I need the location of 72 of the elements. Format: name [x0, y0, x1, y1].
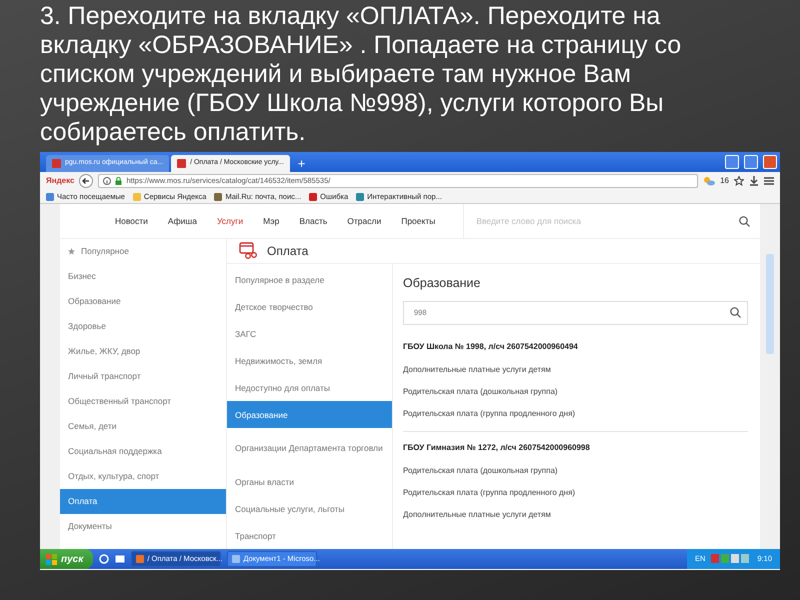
bookmark-icon: [132, 192, 141, 200]
favicon-icon: [177, 159, 186, 168]
sidebar-item[interactable]: Социальная поддержка: [60, 439, 226, 464]
weather-icon: [703, 176, 716, 186]
subsection-item[interactable]: ЗАГС: [227, 320, 392, 347]
back-icon[interactable]: [79, 174, 94, 188]
service-link[interactable]: Дополнительные платные услуги детям: [403, 364, 551, 376]
nav-link[interactable]: Отрасли: [337, 214, 392, 228]
weather-temperature: 16: [720, 175, 729, 187]
sidebar-item[interactable]: Семья, дети: [60, 414, 226, 439]
new-tab-button[interactable]: +: [292, 155, 312, 172]
nav-link[interactable]: Власть: [289, 214, 338, 228]
nav-link[interactable]: Мэр: [253, 214, 290, 228]
app-icon: [232, 555, 240, 563]
minimize-button[interactable]: [725, 155, 739, 169]
subsection-item[interactable]: Недвижимость, земля: [227, 347, 392, 374]
nav-link[interactable]: Услуги: [206, 214, 254, 228]
start-button[interactable]: пуск: [40, 549, 94, 569]
panel-title: Образование: [403, 275, 482, 292]
subsection-item[interactable]: Популярное в разделе: [227, 266, 392, 293]
bookmark-icon: [214, 192, 222, 200]
sidebar-item[interactable]: Отдых, культура, спорт: [60, 464, 226, 489]
star-icon: [68, 248, 75, 255]
bookmark-icon: [356, 192, 364, 200]
service-link[interactable]: Родительская плата (группа продленного дня): [403, 486, 576, 499]
search-icon[interactable]: [739, 216, 750, 226]
sidebar-item[interactable]: Документы: [60, 514, 226, 539]
payment-icon: [239, 242, 257, 260]
info-icon: [103, 177, 112, 185]
subsection-item[interactable]: Транспорт: [227, 522, 392, 549]
sidebar-item[interactable]: Популярное: [60, 239, 226, 264]
slide-title: 3. Переходите на вкладку «ОПЛАТА». Переходите на вкладку «ОБРАЗОВАНИЕ» . Попадаете на страницу со списком учреждений и выбираете там нужное Вам учреждение (ГБОУ Школа №998), услуги которого Вы собираетесь оплатить.: [39, 1, 682, 148]
download-icon[interactable]: [749, 176, 759, 186]
subsection-item[interactable]: Образование: [227, 401, 392, 428]
yandex-logo: Яндекс: [46, 175, 74, 187]
tray-icons-drawing: [711, 554, 752, 564]
subsection-item[interactable]: Социальные услуги, льготы: [227, 495, 392, 522]
sidebar-item[interactable]: Образование: [60, 289, 226, 314]
subsection-item[interactable]: Детское творчество: [227, 293, 392, 320]
sidebar-item[interactable]: Здоровье: [60, 314, 226, 339]
maximize-button[interactable]: [744, 155, 758, 169]
sidebar-item[interactable]: Личный транспорт: [60, 364, 226, 389]
search-icon[interactable]: [730, 307, 741, 318]
subsection-item[interactable]: Недоступно для оплаты: [227, 374, 392, 401]
browser-icon[interactable]: [99, 554, 110, 564]
app-icon: [136, 555, 144, 563]
sidebar-item[interactable]: Бизнес: [60, 264, 226, 289]
sidebar-item[interactable]: Жилье, ЖКУ, двор: [60, 339, 226, 364]
desktop-icon[interactable]: [115, 554, 126, 564]
service-link[interactable]: Дополнительные платные услуги детям: [403, 508, 551, 521]
subsection-item[interactable]: Органы власти: [227, 468, 392, 495]
bookmark-icon: [46, 192, 54, 200]
sidebar-item[interactable]: Общественный транспорт: [60, 389, 226, 414]
institution-name: ГБОУ Школа № 1998, л/сч 2607542000960494: [403, 340, 578, 353]
section-title: Оплата: [267, 243, 308, 260]
scrollbar-thumb[interactable]: [766, 254, 774, 354]
subsection-item[interactable]: Организации Департамента торговли: [227, 428, 392, 468]
bookmark-icon: [309, 192, 318, 200]
service-link[interactable]: Родительская плата (дошкольная группа): [403, 464, 558, 477]
nav-link[interactable]: Проекты: [391, 214, 446, 228]
close-button[interactable]: [763, 155, 777, 169]
favicon-icon: [52, 159, 61, 168]
nav-link[interactable]: Новости: [105, 214, 158, 228]
star-icon[interactable]: [734, 176, 744, 186]
institution-name: ГБОУ Гимназия № 1272, л/сч 2607542000960998: [403, 442, 590, 454]
lock-icon: [115, 177, 122, 185]
windows-logo-icon: [46, 554, 57, 564]
nav-link[interactable]: Афиша: [158, 214, 207, 228]
menu-icon[interactable]: [764, 176, 774, 186]
service-link[interactable]: Родительская плата (дошкольная группа): [403, 386, 558, 398]
sidebar-item[interactable]: Оплата: [60, 489, 226, 514]
service-link[interactable]: Родительская плата (группа продленного дня): [403, 408, 576, 420]
